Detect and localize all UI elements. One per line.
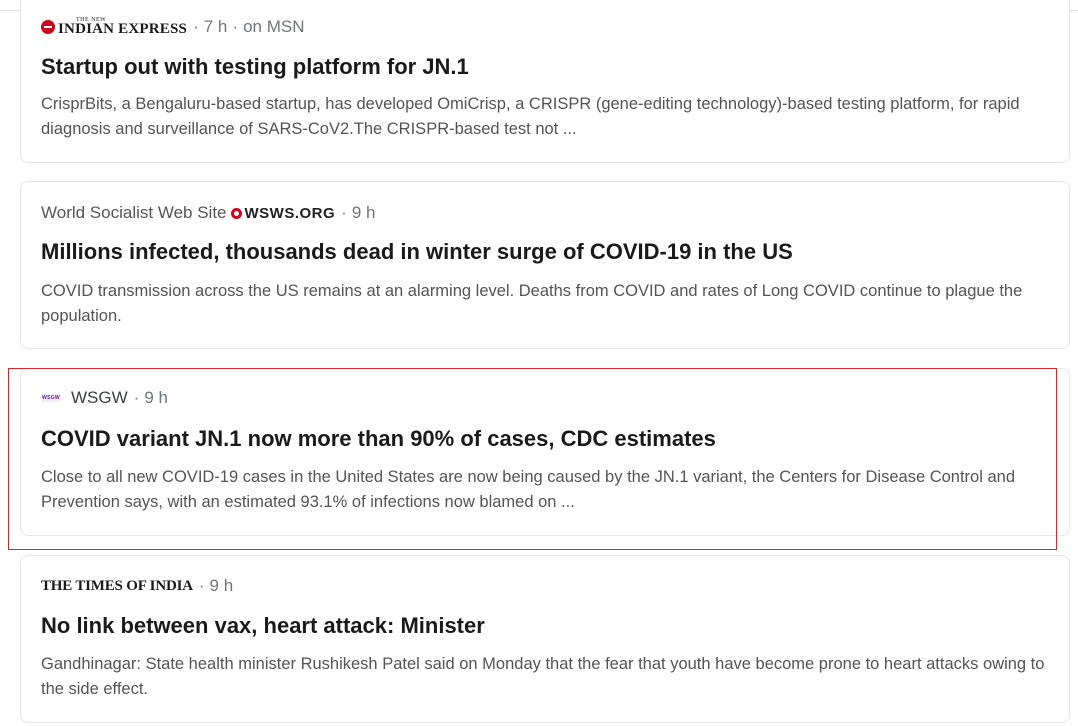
article-snippet: Gandhinagar: State health minister Rushi… (41, 655, 1045, 698)
news-card[interactable]: World Socialist Web Site WSWS.ORG · 9 h … (20, 181, 1070, 349)
wsws-icon (230, 207, 242, 219)
article-snippet: CrisprBits, a Bengaluru-based startup, h… (41, 95, 1020, 138)
publish-time: 9 h (209, 576, 234, 595)
article-snippet: COVID transmission across the US remains… (41, 282, 1023, 325)
news-card[interactable]: THE TIMES OF INDIA · 9 h No link between… (20, 555, 1070, 723)
news-card[interactable]: WSGW WSGW · 9 h COVID variant JN.1 now m… (20, 368, 1070, 536)
article-snippet: Close to all new COVID-19 cases in the U… (41, 468, 1016, 511)
article-meta: THE NEW INDIAN EXPRESS · 7 h · on MSN (41, 17, 304, 37)
logo-org-text: WSWS.ORG (244, 204, 336, 222)
wsgw-logo-icon: WSGW (41, 394, 61, 402)
article-headline[interactable]: Millions infected, thousands dead in win… (41, 239, 1049, 265)
indian-express-icon (41, 20, 55, 34)
separator: · (232, 17, 239, 36)
article-meta: WSGW WSGW · 9 h (41, 388, 168, 408)
separator: · (198, 576, 205, 595)
article-meta: THE TIMES OF INDIA · 9 h (41, 576, 233, 596)
publish-time: 9 h (144, 388, 168, 407)
article-meta: World Socialist Web Site WSWS.ORG · 9 h (41, 203, 375, 223)
article-headline[interactable]: Startup out with testing platform for JN… (41, 54, 1049, 80)
publish-time: 7 h (203, 17, 228, 36)
source-name[interactable]: WSGW (71, 388, 128, 408)
logo-source-name: World Socialist Web Site (41, 203, 227, 222)
publish-time: 9 h (351, 203, 376, 222)
logo-big-text: INDIAN EXPRESS (58, 21, 188, 37)
separator: · (193, 17, 199, 36)
source-logo-indian-express[interactable]: THE NEW INDIAN EXPRESS (41, 17, 187, 37)
source-logo-times-of-india[interactable]: THE TIMES OF INDIA (41, 578, 193, 595)
news-card[interactable]: THE NEW INDIAN EXPRESS · 7 h · on MSN St… (20, 0, 1070, 163)
source-logo-wsws[interactable]: World Socialist Web Site WSWS.ORG (41, 203, 335, 223)
article-headline[interactable]: No link between vax, heart attack: Minis… (41, 613, 1049, 639)
separator: · (341, 203, 347, 222)
article-headline[interactable]: COVID variant JN.1 now more than 90% of … (41, 426, 1049, 452)
via-label: on MSN (243, 17, 305, 36)
separator: · (133, 388, 140, 407)
